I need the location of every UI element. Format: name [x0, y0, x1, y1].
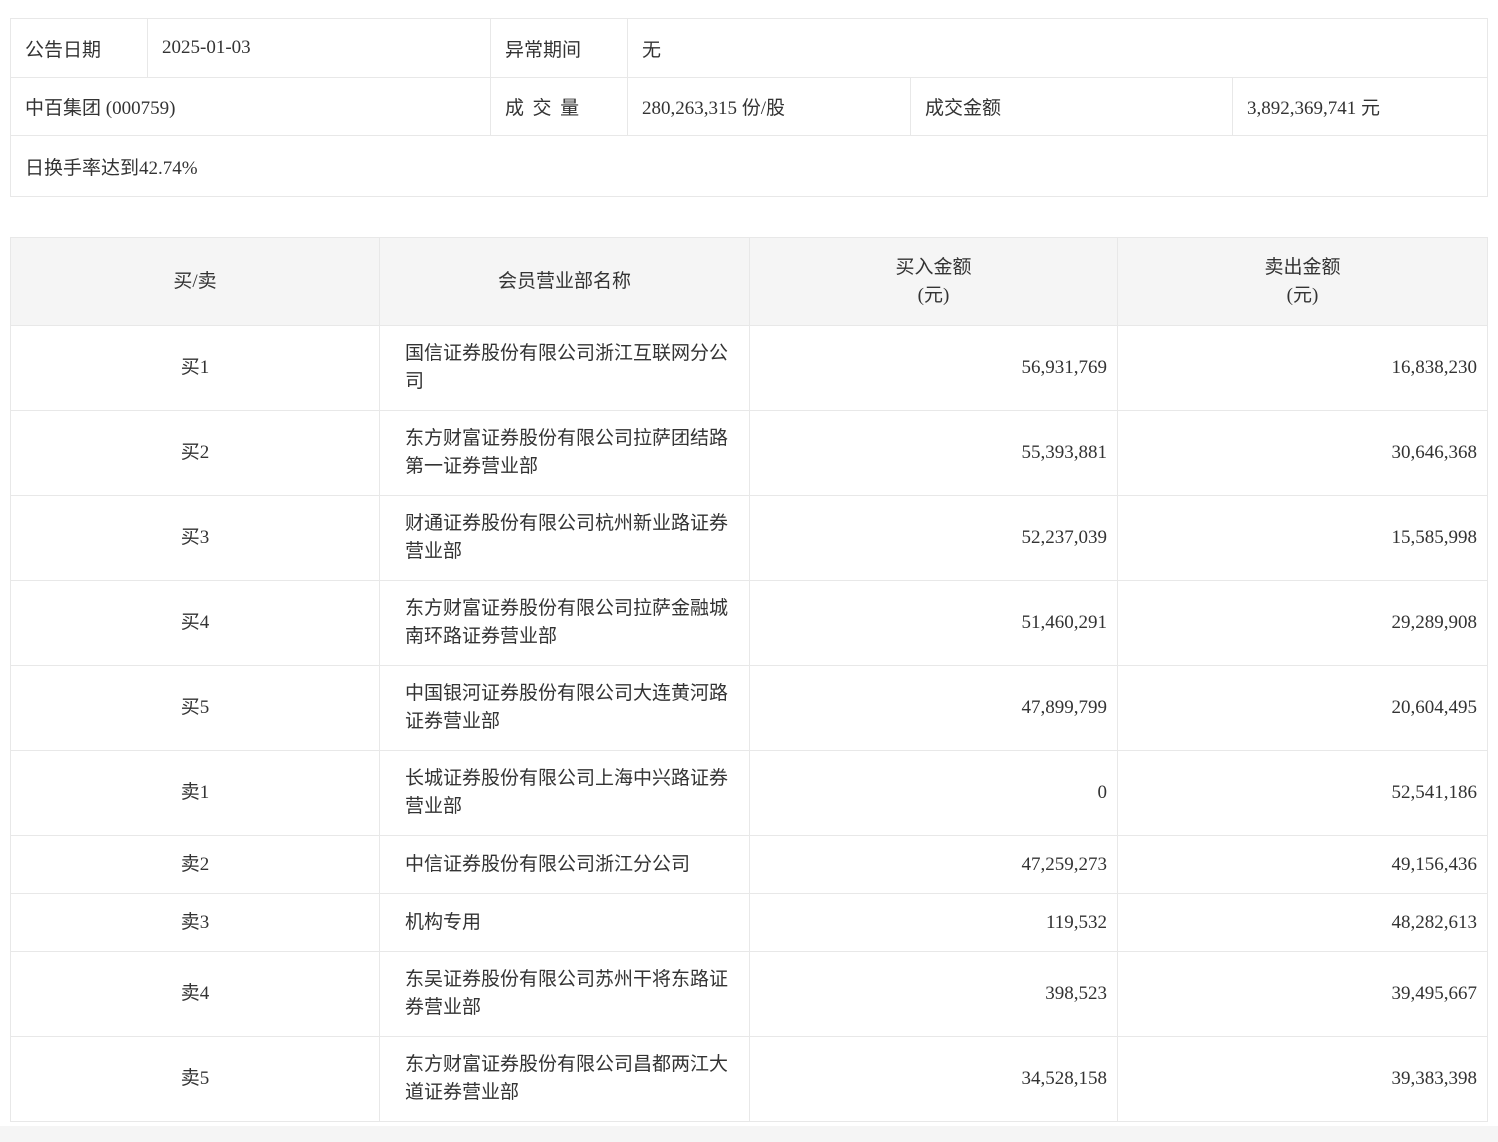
branch-cell: 东吴证券股份有限公司苏州干将东路证券营业部 [380, 952, 750, 1036]
table-row: 买5 中国银河证券股份有限公司大连黄河路证券营业部 47,899,799 20,… [11, 666, 1487, 751]
next-section-strip [0, 1126, 1498, 1142]
sell-amount-cell: 30,646,368 [1391, 442, 1478, 463]
announce-date-label: 公告日期 [11, 19, 148, 77]
abnormal-period-value: 无 [642, 39, 662, 61]
buy-amount-cell: 51,460,291 [750, 581, 1118, 665]
sell-amount-cell: 52,541,186 [1391, 782, 1478, 803]
buy-amount-cell: 47,899,799 [750, 666, 1118, 750]
branch-cell: 长城证券股份有限公司上海中兴路证券营业部 [380, 751, 750, 835]
sell-amount-cell: 39,383,398 [1391, 1068, 1478, 1089]
rank-cell: 买2 [11, 411, 380, 495]
abnormal-period-label: 异常期间 [491, 19, 628, 77]
header-sell-unit: (元) [1286, 284, 1319, 306]
branch-cell: 中信证券股份有限公司浙江分公司 [380, 836, 750, 893]
branch-cell: 中国银河证券股份有限公司大连黄河路证券营业部 [380, 666, 750, 750]
buy-amount-cell: 0 [750, 751, 1118, 835]
amount-label: 成交金额 [911, 78, 1233, 135]
buy-amount-cell: 119,532 [750, 894, 1118, 951]
header-branch-label: 会员营业部名称 [497, 270, 631, 292]
table-header-row: 买/卖 会员营业部名称 买入金额 (元) 卖出金额 (元) [11, 238, 1487, 326]
rank-cell: 买5 [11, 666, 380, 750]
table-row: 卖5 东方财富证券股份有限公司昌都两江大道证券营业部 34,528,158 39… [11, 1037, 1487, 1121]
summary-row-date: 公告日期 2025-01-03 异常期间 无 [11, 19, 1487, 78]
turnover-note: 日换手率达到42.74% [25, 157, 198, 179]
rank-cell: 卖4 [11, 952, 380, 1036]
sell-amount-cell: 39,495,667 [1391, 983, 1478, 1004]
rank-cell: 买3 [11, 496, 380, 580]
rank-cell: 买1 [11, 326, 380, 410]
table-row: 卖3 机构专用 119,532 48,282,613 [11, 894, 1487, 952]
volume-value: 280,263,315 份/股 [628, 78, 911, 135]
header-sell-amount-label: 卖出金额 [1264, 256, 1341, 278]
trading-disclosure-page: 公告日期 2025-01-03 异常期间 无 中百集团 (000759) 成交量… [0, 0, 1498, 1142]
buy-amount-cell: 398,523 [750, 952, 1118, 1036]
header-side: 买/卖 [11, 238, 380, 325]
header-buy-unit: (元) [917, 284, 950, 306]
buy-amount-cell: 34,528,158 [750, 1037, 1118, 1121]
table-row: 买4 东方财富证券股份有限公司拉萨金融城南环路证券营业部 51,460,291 … [11, 581, 1487, 666]
rank-cell: 买4 [11, 581, 380, 665]
amount-value: 3,892,369,741 元 [1247, 98, 1381, 119]
broker-table: 买/卖 会员营业部名称 买入金额 (元) 卖出金额 (元) 买1 国信证券股份有… [10, 237, 1488, 1122]
buy-amount-cell: 55,393,881 [750, 411, 1118, 495]
table-row: 卖4 东吴证券股份有限公司苏州干将东路证券营业部 398,523 39,495,… [11, 952, 1487, 1037]
sell-amount-cell: 16,838,230 [1391, 357, 1478, 378]
table-row: 卖2 中信证券股份有限公司浙江分公司 47,259,273 49,156,436 [11, 836, 1487, 894]
sell-amount-cell: 49,156,436 [1391, 853, 1478, 875]
rank-cell: 卖1 [11, 751, 380, 835]
branch-cell: 国信证券股份有限公司浙江互联网分公司 [380, 326, 750, 410]
table-row: 卖1 长城证券股份有限公司上海中兴路证券营业部 0 52,541,186 [11, 751, 1487, 836]
rank-cell: 卖3 [11, 894, 380, 951]
table-row: 买2 东方财富证券股份有限公司拉萨团结路第一证券营业部 55,393,881 3… [11, 411, 1487, 496]
header-branch: 会员营业部名称 [380, 238, 750, 325]
summary-row-turnover: 日换手率达到42.74% [11, 136, 1487, 196]
sell-amount-cell: 29,289,908 [1391, 612, 1478, 633]
branch-cell: 东方财富证券股份有限公司拉萨金融城南环路证券营业部 [380, 581, 750, 665]
rank-cell: 卖2 [11, 836, 380, 893]
sell-amount-cell: 48,282,613 [1391, 911, 1478, 933]
header-side-label: 买/卖 [173, 270, 217, 292]
rank-cell: 卖5 [11, 1037, 380, 1121]
branch-cell: 东方财富证券股份有限公司拉萨团结路第一证券营业部 [380, 411, 750, 495]
volume-label: 成交量 [491, 78, 628, 135]
header-buy-amount-label: 买入金额 [895, 256, 972, 278]
header-buy-amount: 买入金额 (元) [750, 238, 1118, 325]
table-row: 买1 国信证券股份有限公司浙江互联网分公司 56,931,769 16,838,… [11, 326, 1487, 411]
summary-table: 公告日期 2025-01-03 异常期间 无 中百集团 (000759) 成交量… [10, 18, 1488, 197]
stock-name: 中百集团 (000759) [11, 78, 491, 135]
branch-cell: 东方财富证券股份有限公司昌都两江大道证券营业部 [380, 1037, 750, 1121]
content-area: 公告日期 2025-01-03 异常期间 无 中百集团 (000759) 成交量… [0, 0, 1498, 1122]
buy-amount-cell: 47,259,273 [750, 836, 1118, 893]
table-row: 买3 财通证券股份有限公司杭州新业路证券营业部 52,237,039 15,58… [11, 496, 1487, 581]
sell-amount-cell: 15,585,998 [1391, 527, 1478, 548]
buy-amount-cell: 52,237,039 [750, 496, 1118, 580]
summary-row-stock: 中百集团 (000759) 成交量 280,263,315 份/股 成交金额 3… [11, 78, 1487, 136]
branch-cell: 财通证券股份有限公司杭州新业路证券营业部 [380, 496, 750, 580]
announce-date-value: 2025-01-03 [148, 19, 491, 77]
branch-cell: 机构专用 [380, 894, 750, 951]
header-sell-amount: 卖出金额 (元) [1118, 238, 1487, 325]
sell-amount-cell: 20,604,495 [1391, 697, 1478, 718]
buy-amount-cell: 56,931,769 [750, 326, 1118, 410]
